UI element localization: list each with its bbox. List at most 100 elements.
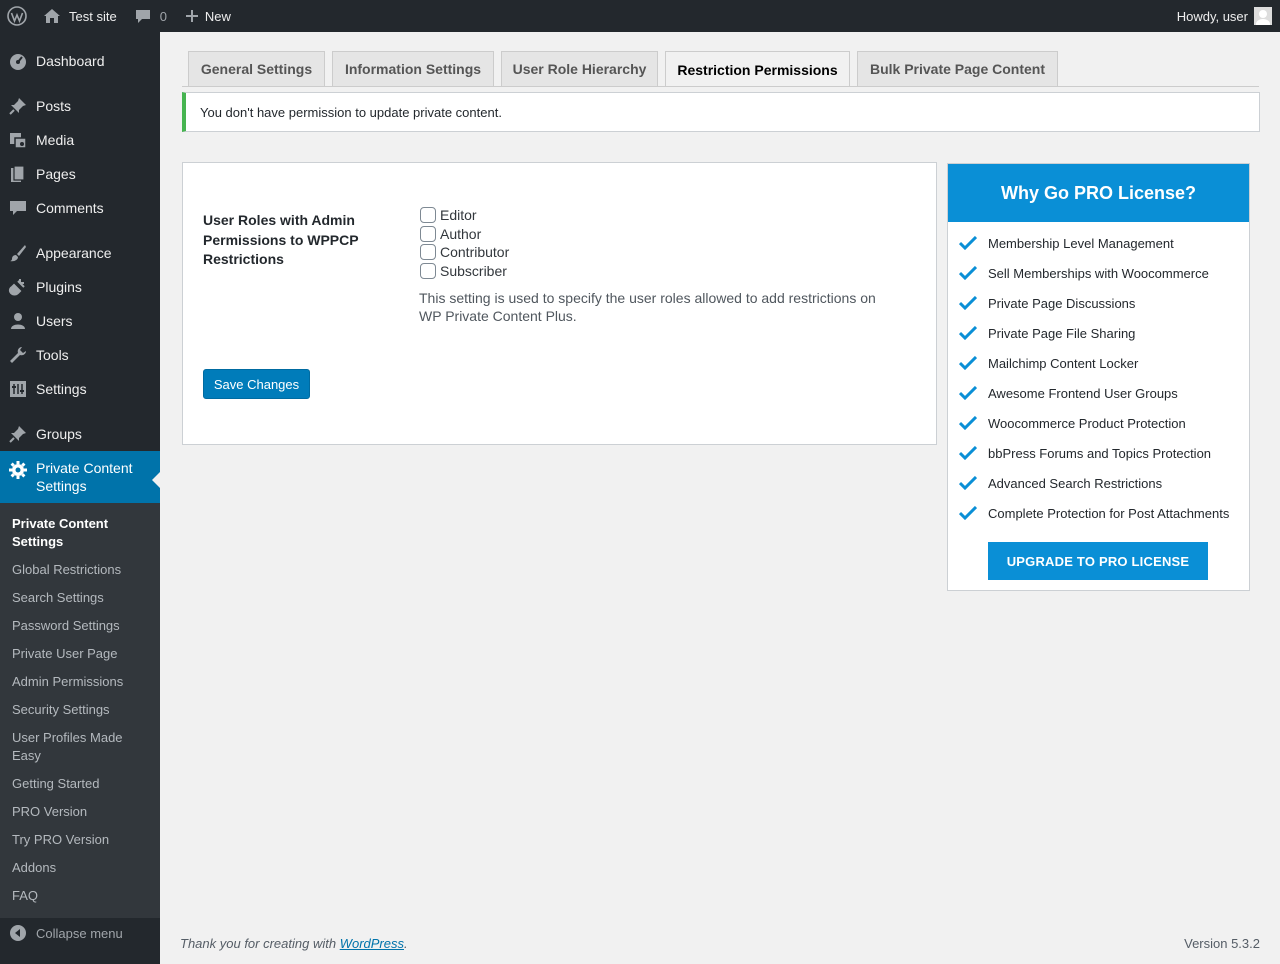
pro-feature-item: Complete Protection for Post Attachments xyxy=(948,498,1249,528)
submenu-item-getting-started[interactable]: Getting Started xyxy=(12,775,152,793)
menu-item-appearance[interactable]: Appearance xyxy=(0,238,160,268)
dashboard-icon xyxy=(0,51,36,71)
menu-item-plugins[interactable]: Plugins xyxy=(0,272,160,302)
menu-item-dashboard[interactable]: Dashboard xyxy=(0,46,160,76)
submenu-item-password-settings[interactable]: Password Settings xyxy=(12,617,152,635)
submenu-item-addons[interactable]: Addons xyxy=(12,859,152,877)
pro-feature-item: Sell Memberships with Woocommerce xyxy=(948,258,1249,288)
user-roles-field-label: User Roles with Admin Permissions to WPP… xyxy=(203,212,359,267)
role-option-subscriber[interactable]: Subscriber xyxy=(420,262,509,281)
menu-item-users[interactable]: Users xyxy=(0,306,160,336)
checkmark-icon xyxy=(948,506,988,520)
tab-user-role-hierarchy[interactable]: User Role Hierarchy xyxy=(501,51,658,86)
checkmark-icon xyxy=(948,416,988,430)
tab-bulk-private-page-content[interactable]: Bulk Private Page Content xyxy=(857,51,1058,86)
menu-label-groups: Groups xyxy=(36,426,82,442)
pro-feature-text: Mailchimp Content Locker xyxy=(988,355,1139,371)
submenu-item-try-pro-version[interactable]: Try PRO Version xyxy=(12,831,152,849)
save-changes-button[interactable]: Save Changes xyxy=(203,369,310,399)
pro-feature-item: Membership Level Management xyxy=(948,228,1249,258)
menu-label-tools: Tools xyxy=(36,347,69,363)
howdy-greeting: Howdy, user xyxy=(1176,8,1248,24)
comment-icon xyxy=(0,198,36,218)
role-option-editor[interactable]: Editor xyxy=(420,206,509,225)
editor-label: Editor xyxy=(440,207,477,224)
checkmark-icon xyxy=(948,356,988,370)
pin-icon xyxy=(0,96,36,116)
user-roles-description: This setting is used to specify the user… xyxy=(419,290,876,324)
menu-label-pages: Pages xyxy=(36,166,76,182)
menu-label-plugins: Plugins xyxy=(36,279,82,295)
submenu-item-private-content-settings[interactable]: Private Content Settings xyxy=(12,515,152,551)
checkmark-icon xyxy=(948,236,988,250)
pro-feature-item: Mailchimp Content Locker xyxy=(948,348,1249,378)
wordpress-logo-icon[interactable] xyxy=(0,0,41,32)
submenu-item-private-user-page[interactable]: Private User Page xyxy=(12,645,152,663)
author-checkbox[interactable] xyxy=(420,225,436,242)
menu-item-groups[interactable]: Groups xyxy=(0,419,160,449)
footer-thanks-prefix: Thank you for creating with xyxy=(180,936,340,951)
checkmark-icon xyxy=(948,386,988,400)
tab-restriction-permissions[interactable]: Restriction Permissions xyxy=(665,51,850,87)
my-account[interactable]: Howdy, user xyxy=(1177,7,1280,25)
menu-label-dashboard: Dashboard xyxy=(36,53,105,69)
submenu-item-security-settings[interactable]: Security Settings xyxy=(12,701,152,719)
submenu: Private Content Settings Global Restrict… xyxy=(0,503,160,918)
admin-sidebar: Dashboard Posts Media Pages Comments App… xyxy=(0,32,160,964)
upgrade-to-pro-button[interactable]: UPGRADE TO PRO LICENSE xyxy=(988,542,1208,580)
site-name-link[interactable]: Test site xyxy=(41,0,125,32)
submenu-item-search-settings[interactable]: Search Settings xyxy=(12,589,152,607)
menu-item-settings[interactable]: Settings xyxy=(0,374,160,404)
new-content-link[interactable]: New xyxy=(175,0,239,32)
subscriber-checkbox[interactable] xyxy=(420,262,436,279)
plug-icon xyxy=(0,277,36,297)
new-label: New xyxy=(204,8,231,24)
admin-bar: Test site 0 New Howdy, user xyxy=(0,0,1280,32)
tab-divider xyxy=(182,86,1259,87)
editor-checkbox[interactable] xyxy=(420,207,436,224)
avatar xyxy=(1254,7,1272,25)
pro-feature-text: Awesome Frontend User Groups xyxy=(988,385,1178,401)
menu-item-comments[interactable]: Comments xyxy=(0,193,160,223)
menu-item-private-content-settings[interactable]: Private Content Settings xyxy=(0,451,160,503)
user-roles-checkboxes: Editor Author Contributor Subscriber xyxy=(420,206,509,280)
author-label: Author xyxy=(440,225,482,242)
submenu-item-global-restrictions[interactable]: Global Restrictions xyxy=(12,561,152,579)
pro-feature-text: bbPress Forums and Topics Protection xyxy=(988,445,1212,461)
collapse-menu-button[interactable]: Collapse menu xyxy=(0,922,160,944)
role-option-contributor[interactable]: Contributor xyxy=(420,243,509,262)
comments-link[interactable]: 0 xyxy=(125,0,175,32)
wrench-icon xyxy=(0,345,36,365)
menu-label-comments: Comments xyxy=(36,200,104,216)
pro-feature-item: Private Page File Sharing xyxy=(948,318,1249,348)
footer-version: Version 5.3.2 xyxy=(1184,936,1260,951)
collapse-arrow-icon xyxy=(0,924,36,942)
tab-general-settings[interactable]: General Settings xyxy=(188,51,325,86)
menu-label-settings: Settings xyxy=(36,381,87,397)
notice-text: You don't have permission to update priv… xyxy=(200,104,502,120)
user-icon xyxy=(0,311,36,331)
menu-item-pages[interactable]: Pages xyxy=(0,159,160,189)
menu-item-tools[interactable]: Tools xyxy=(0,340,160,370)
submenu-item-pro-version[interactable]: PRO Version xyxy=(12,803,152,821)
submenu-item-user-profiles-made-easy[interactable]: User Profiles Made Easy xyxy=(12,729,132,765)
tab-information-settings[interactable]: Information Settings xyxy=(332,51,494,86)
home-icon xyxy=(43,8,61,24)
pro-feature-text: Complete Protection for Post Attachments xyxy=(988,505,1230,521)
menu-label-posts: Posts xyxy=(36,98,72,114)
pages-icon xyxy=(0,164,36,184)
menu-label-media: Media xyxy=(36,132,75,148)
role-option-author[interactable]: Author xyxy=(420,225,509,244)
submenu-item-admin-permissions[interactable]: Admin Permissions xyxy=(12,673,152,691)
checkmark-icon xyxy=(948,266,988,280)
menu-label-private-content-settings: Private Content Settings xyxy=(36,460,133,494)
menu-item-media[interactable]: Media xyxy=(0,125,160,155)
menu-item-posts[interactable]: Posts xyxy=(0,91,160,121)
site-name: Test site xyxy=(69,8,117,24)
contributor-checkbox[interactable] xyxy=(420,244,436,261)
brush-icon xyxy=(0,243,36,263)
checkmark-icon xyxy=(948,446,988,460)
footer-thanks-suffix: . xyxy=(404,936,408,951)
wordpress-link[interactable]: WordPress xyxy=(340,936,404,951)
submenu-item-faq[interactable]: FAQ xyxy=(12,887,152,905)
